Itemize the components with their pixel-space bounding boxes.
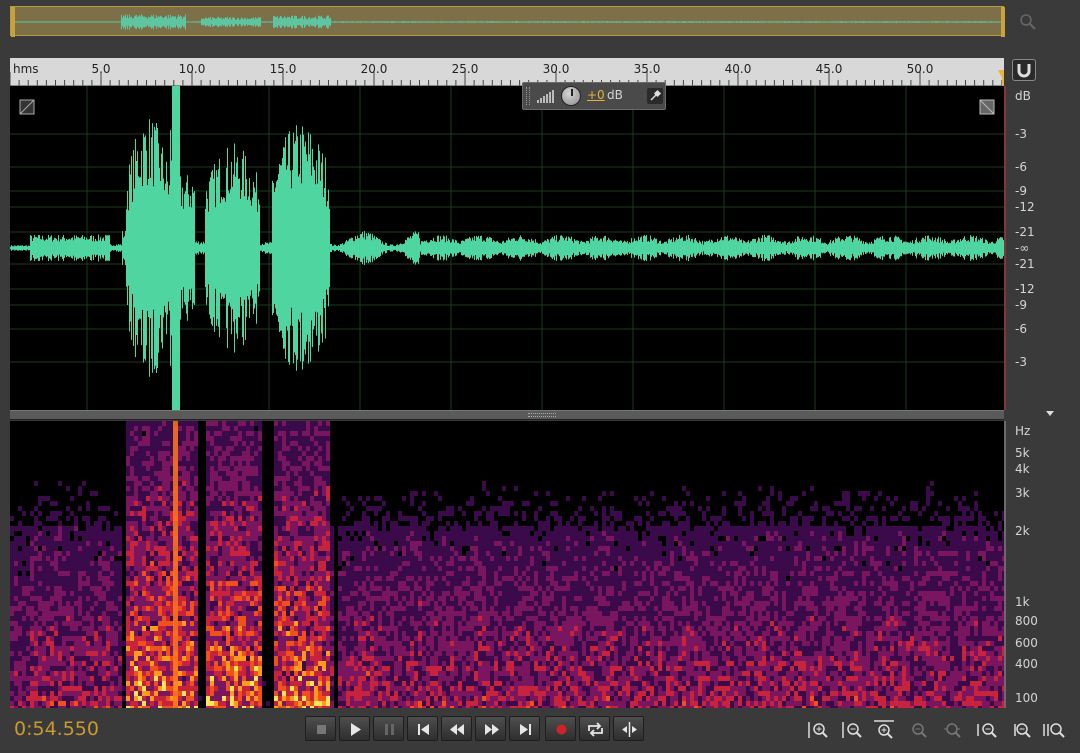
overview-waveform-graphic bbox=[11, 7, 1005, 37]
snap-toggle-button[interactable] bbox=[1012, 59, 1036, 81]
ruler-ticks bbox=[10, 70, 1004, 86]
amplitude-label: -12 bbox=[1015, 282, 1035, 296]
zoom-in-amplitude-button[interactable] bbox=[806, 719, 832, 741]
divider-grip[interactable] bbox=[528, 413, 556, 417]
zoom-in-at-out-point-button[interactable] bbox=[1008, 719, 1034, 741]
play-button[interactable] bbox=[339, 716, 370, 741]
ruler-tick-label: 30.0 bbox=[542, 62, 570, 76]
zoom-in-time-button[interactable] bbox=[873, 719, 899, 741]
amplitude-ticks bbox=[1004, 86, 1006, 410]
amplitude-label: -3 bbox=[1015, 127, 1027, 141]
transport-bar: 0:54.550 bbox=[0, 708, 1080, 753]
ruler-tick-label: 10.0 bbox=[178, 62, 206, 76]
ruler-tick-label: 20.0 bbox=[360, 62, 388, 76]
pause-icon bbox=[385, 724, 394, 735]
timecode-display[interactable]: 0:54.550 bbox=[14, 718, 99, 740]
level-bars-icon bbox=[537, 90, 554, 103]
frequency-label: 1k bbox=[1015, 595, 1030, 609]
ruler-unit-label: hms bbox=[13, 62, 39, 76]
skip-selection-button[interactable] bbox=[613, 716, 644, 741]
waveform-graphic bbox=[10, 86, 1004, 410]
ruler-tick-label: 50.0 bbox=[906, 62, 934, 76]
frequency-scale[interactable]: Hz 5k 4k 3k 2k 1k 800 600 400 100 bbox=[1004, 421, 1080, 708]
frequency-label: 800 bbox=[1015, 614, 1038, 628]
record-button[interactable] bbox=[545, 716, 576, 741]
overview-waveform[interactable] bbox=[10, 6, 1005, 37]
zoom-out-point-icon bbox=[1014, 723, 1031, 738]
zoom-out-amplitude-icon bbox=[842, 722, 862, 738]
zoom-out-full-icon bbox=[944, 723, 961, 738]
panel-divider[interactable] bbox=[10, 410, 1004, 420]
amplitude-label: -21 bbox=[1015, 257, 1035, 271]
frequency-label: 2k bbox=[1015, 524, 1030, 538]
zoom-out-amplitude-button[interactable] bbox=[840, 719, 866, 741]
move-to-next-button[interactable] bbox=[509, 716, 540, 741]
time-ruler[interactable]: hms 5.0 10.0 15.0 20.0 25.0 30.0 35.0 40.0 45.0 5… bbox=[10, 58, 1004, 86]
volume-knob[interactable] bbox=[561, 86, 581, 106]
zoom-in-point-icon bbox=[977, 723, 997, 738]
play-icon bbox=[351, 723, 361, 736]
move-to-previous-button[interactable] bbox=[407, 716, 438, 741]
fast-forward-icon bbox=[485, 724, 499, 735]
zoom-out-time-button[interactable] bbox=[907, 719, 933, 741]
amplitude-label: -9 bbox=[1015, 298, 1027, 312]
frequency-label: 4k bbox=[1015, 462, 1030, 476]
fast-forward-button[interactable] bbox=[475, 716, 506, 741]
spectrogram-cells bbox=[10, 421, 1004, 708]
loop-icon bbox=[588, 722, 603, 737]
amplitude-label: -6 bbox=[1015, 322, 1027, 336]
hud-drag-handle[interactable] bbox=[526, 87, 530, 105]
ruler-tick-label: 5.0 bbox=[91, 62, 111, 76]
amplitude-scale[interactable]: dB -3 -6 -9 -12 -21 -∞ -21 -12 -9 -6 -3 bbox=[1004, 86, 1080, 410]
zoom-in-at-in-point-button[interactable] bbox=[975, 719, 1001, 741]
skip-forward-icon bbox=[520, 724, 531, 735]
ruler-tick-label: 35.0 bbox=[633, 62, 661, 76]
stop-icon bbox=[317, 725, 326, 734]
amplitude-label: -9 bbox=[1015, 184, 1027, 198]
ruler-tick-label: 15.0 bbox=[269, 62, 297, 76]
amplitude-label: -21 bbox=[1015, 225, 1035, 239]
zoom-in-amplitude-icon bbox=[808, 722, 828, 738]
frequency-label: 600 bbox=[1015, 636, 1038, 650]
volume-value[interactable]: +0 bbox=[587, 88, 605, 102]
amplitude-label: -6 bbox=[1015, 160, 1027, 174]
zoom-out-time-icon bbox=[912, 723, 927, 738]
frequency-label: 100 bbox=[1015, 691, 1038, 705]
skip-back-icon bbox=[418, 724, 429, 735]
amplitude-label: -3 bbox=[1015, 355, 1027, 369]
skip-selection-icon bbox=[622, 722, 637, 737]
magnet-icon bbox=[1017, 64, 1031, 78]
ruler-tick-label: 40.0 bbox=[724, 62, 752, 76]
zoom-selection-icon bbox=[1043, 723, 1065, 738]
stop-button[interactable] bbox=[305, 716, 336, 741]
zoom-in-time-icon bbox=[874, 720, 894, 739]
spectrogram-graphic bbox=[10, 421, 1004, 708]
waveform-samples bbox=[10, 110, 1004, 386]
zoom-out-full-button[interactable] bbox=[941, 719, 967, 741]
amplitude-label: -∞ bbox=[1015, 241, 1030, 255]
frequency-scale-header: Hz bbox=[1015, 424, 1031, 438]
amplitude-label: -12 bbox=[1015, 200, 1035, 214]
volume-hud[interactable]: +0 dB bbox=[522, 82, 666, 110]
waveform-panel[interactable] bbox=[10, 86, 1004, 410]
pin-icon[interactable] bbox=[647, 88, 663, 104]
ruler-tick-label: 45.0 bbox=[815, 62, 843, 76]
spectral-frequency-display[interactable] bbox=[10, 421, 1004, 708]
frequency-label: 400 bbox=[1015, 657, 1038, 671]
zoom-to-selection-button[interactable] bbox=[1042, 719, 1068, 741]
frequency-label: 5k bbox=[1015, 446, 1030, 460]
frequency-label: 3k bbox=[1015, 486, 1030, 500]
dropdown-arrow-icon[interactable] bbox=[1046, 411, 1054, 416]
rewind-icon bbox=[450, 724, 464, 735]
loop-playback-button[interactable] bbox=[579, 716, 610, 741]
ruler-tick-label: 25.0 bbox=[451, 62, 479, 76]
zoom-magnifier-icon[interactable] bbox=[1018, 12, 1038, 32]
volume-unit: dB bbox=[607, 88, 623, 102]
pause-button[interactable] bbox=[373, 716, 404, 741]
frequency-ticks bbox=[1004, 421, 1006, 708]
rewind-button[interactable] bbox=[441, 716, 472, 741]
record-icon bbox=[556, 724, 567, 735]
amplitude-scale-header: dB bbox=[1015, 89, 1031, 103]
